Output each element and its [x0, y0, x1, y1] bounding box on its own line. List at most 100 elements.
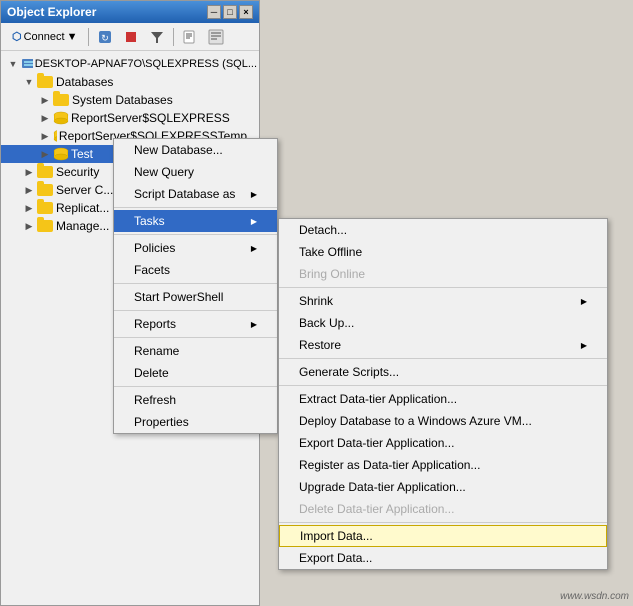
bring-online-label: Bring Online: [299, 267, 365, 281]
new-database-label: New Database...: [134, 143, 223, 157]
policies-label: Policies: [134, 241, 175, 255]
policies-arrow: ▶: [251, 244, 257, 253]
menu-item-facets[interactable]: Facets: [114, 259, 277, 281]
submenu-item-restore[interactable]: Restore ▶: [279, 334, 607, 356]
restore-label: Restore: [299, 338, 341, 352]
submenu-item-register-datatier[interactable]: Register as Data-tier Application...: [279, 454, 607, 476]
submenu-item-export-data[interactable]: Export Data...: [279, 547, 607, 569]
menu-item-refresh[interactable]: Refresh: [114, 389, 277, 411]
maximize-button[interactable]: □: [223, 5, 237, 19]
tasks-arrow: ▶: [251, 217, 257, 226]
delete-label: Delete: [134, 366, 169, 380]
replication-folder-icon: [37, 202, 53, 214]
menu-separator-3: [114, 283, 277, 284]
submenu-separator-2: [279, 358, 607, 359]
menu-separator-4: [114, 310, 277, 311]
generate-scripts-label: Generate Scripts...: [299, 365, 399, 379]
databases-expand-icon: ▼: [21, 74, 37, 90]
server-icon: [21, 56, 33, 72]
submenu-item-import-data[interactable]: Import Data...: [279, 525, 607, 547]
tree-item-reportserver[interactable]: ▶ ReportServer$SQLEXPRESS: [1, 109, 259, 127]
reportservertemp-expand-icon: ▶: [37, 128, 53, 144]
new-query-icon: [182, 29, 198, 45]
menu-item-properties[interactable]: Properties: [114, 411, 277, 433]
register-datatier-label: Register as Data-tier Application...: [299, 458, 480, 472]
serverc-expand-icon: ▶: [21, 182, 37, 198]
db-icon-2: [53, 128, 57, 144]
submenu-item-export-datatier[interactable]: Export Data-tier Application...: [279, 432, 607, 454]
submenu-item-take-offline[interactable]: Take Offline: [279, 241, 607, 263]
menu-separator-1: [114, 207, 277, 208]
serverc-folder-icon: [37, 184, 53, 196]
rename-label: Rename: [134, 344, 179, 358]
export-data-label: Export Data...: [299, 551, 372, 565]
databases-folder-icon: [37, 76, 53, 88]
titlebar: Object Explorer ─ □ ×: [1, 1, 259, 23]
submenu-item-detach[interactable]: Detach...: [279, 219, 607, 241]
security-expand-icon: ▶: [21, 164, 37, 180]
management-folder-icon: [37, 220, 53, 232]
menu-item-rename[interactable]: Rename: [114, 340, 277, 362]
submenu-item-backup[interactable]: Back Up...: [279, 312, 607, 334]
deploy-azure-label: Deploy Database to a Windows Azure VM...: [299, 414, 532, 428]
serverc-label: Server C...: [56, 183, 113, 197]
reportserver-label: ReportServer$SQLEXPRESS: [71, 111, 230, 125]
toolbar: ⬡ Connect ▼ ↻: [1, 23, 259, 51]
system-databases-label: System Databases: [72, 93, 173, 107]
security-label: Security: [56, 165, 99, 179]
submenu-item-delete-datatier: Delete Data-tier Application...: [279, 498, 607, 520]
take-offline-label: Take Offline: [299, 245, 362, 259]
submenu-item-deploy-azure[interactable]: Deploy Database to a Windows Azure VM...: [279, 410, 607, 432]
submenu-item-shrink[interactable]: Shrink ▶: [279, 290, 607, 312]
connect-button[interactable]: ⬡ Connect ▼: [5, 27, 84, 46]
script-database-label: Script Database as: [134, 187, 235, 201]
db-icon-1: [53, 110, 69, 126]
test-label: Test: [71, 147, 93, 161]
restore-arrow: ▶: [581, 341, 587, 350]
refresh-label: Refresh: [134, 393, 176, 407]
menu-item-new-query[interactable]: New Query: [114, 161, 277, 183]
menu-item-policies[interactable]: Policies ▶: [114, 237, 277, 259]
toolbar-icon-1[interactable]: ↻: [93, 26, 117, 48]
new-query-label: New Query: [134, 165, 194, 179]
tasks-label: Tasks: [134, 214, 165, 228]
test-expand-icon: ▶: [37, 146, 53, 162]
titlebar-buttons: ─ □ ×: [207, 5, 253, 19]
tree-item-server[interactable]: ▼ DESKTOP-APNAF7O\SQLEXPRESS (SQL...: [1, 55, 259, 73]
filter-icon: [149, 29, 165, 45]
toolbar-separator-1: [88, 28, 89, 46]
menu-item-start-powershell[interactable]: Start PowerShell: [114, 286, 277, 308]
replication-expand-icon: ▶: [21, 200, 37, 216]
submenu-item-upgrade-datatier[interactable]: Upgrade Data-tier Application...: [279, 476, 607, 498]
tree-item-databases[interactable]: ▼ Databases: [1, 73, 259, 91]
import-data-label: Import Data...: [300, 529, 373, 543]
submenu-item-extract-datatier[interactable]: Extract Data-tier Application...: [279, 388, 607, 410]
minimize-button[interactable]: ─: [207, 5, 221, 19]
menu-separator-2: [114, 234, 277, 235]
toolbar-icon-5[interactable]: [204, 26, 228, 48]
toolbar-icon-3[interactable]: [145, 26, 169, 48]
reports-label: Reports: [134, 317, 176, 331]
close-button[interactable]: ×: [239, 5, 253, 19]
svg-text:↻: ↻: [102, 33, 110, 43]
stop-icon: [123, 29, 139, 45]
management-label: Manage...: [56, 219, 109, 233]
menu-item-script-database[interactable]: Script Database as ▶: [114, 183, 277, 205]
delete-datatier-label: Delete Data-tier Application...: [299, 502, 454, 516]
reportserver-expand-icon: ▶: [37, 110, 53, 126]
menu-item-new-database[interactable]: New Database...: [114, 139, 277, 161]
menu-separator-6: [114, 386, 277, 387]
menu-item-tasks[interactable]: Tasks ▶: [114, 210, 277, 232]
facets-label: Facets: [134, 263, 170, 277]
menu-item-delete[interactable]: Delete: [114, 362, 277, 384]
menu-item-reports[interactable]: Reports ▶: [114, 313, 277, 335]
toolbar-icon-4[interactable]: [178, 26, 202, 48]
management-expand-icon: ▶: [21, 218, 37, 234]
submenu-item-bring-online: Bring Online: [279, 263, 607, 285]
submenu-item-generate-scripts[interactable]: Generate Scripts...: [279, 361, 607, 383]
db-icon-test: [53, 146, 69, 162]
tree-item-system-databases[interactable]: ▶ System Databases: [1, 91, 259, 109]
shrink-arrow: ▶: [581, 297, 587, 306]
connect-dropdown-arrow: ▼: [67, 31, 78, 43]
toolbar-icon-2[interactable]: [119, 26, 143, 48]
